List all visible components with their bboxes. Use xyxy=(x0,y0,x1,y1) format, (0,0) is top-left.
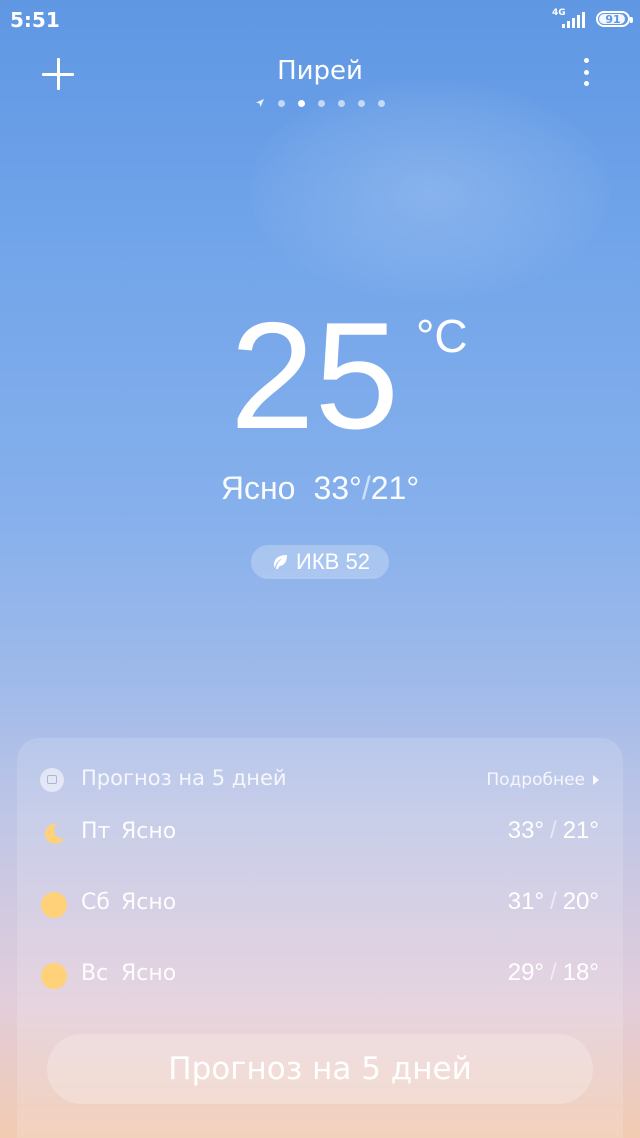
forecast-card: Прогноз на 5 дней Подробнее Пт Ясно 33° /… xyxy=(17,738,623,1138)
battery-level-text: 91 xyxy=(605,12,621,26)
signal-bars xyxy=(562,12,585,28)
city-name: Пирей xyxy=(277,56,363,86)
forecast-low: 20° xyxy=(562,888,599,915)
forecast-high: 29° xyxy=(507,959,545,986)
current-low: 21° xyxy=(370,470,420,506)
page-indicator[interactable] xyxy=(0,98,640,108)
forecast-condition: Ясно xyxy=(121,961,177,986)
page-dot xyxy=(278,99,285,107)
page-dot-active xyxy=(298,99,305,107)
page-dot xyxy=(378,99,385,107)
more-options-button[interactable] xyxy=(572,56,600,88)
battery-icon: 91 xyxy=(596,11,633,27)
forecast-day: Вс xyxy=(81,961,109,986)
condition-summary: Ясно 33°/21° xyxy=(0,470,640,507)
temp-separator: / xyxy=(550,959,557,986)
leaf-icon xyxy=(274,555,288,569)
five-day-forecast-button[interactable]: Прогноз на 5 дней xyxy=(47,1034,593,1104)
page-dot xyxy=(338,99,345,107)
forecast-low: 18° xyxy=(562,959,599,986)
current-temperature: 25 °C xyxy=(0,300,640,460)
forecast-condition: Ясно xyxy=(121,890,177,915)
signal-icon: 4G xyxy=(552,8,586,30)
sun-icon xyxy=(41,892,67,918)
menu-dot-icon xyxy=(583,58,589,63)
forecast-temps: 31°/20° xyxy=(508,888,599,916)
page-dot xyxy=(318,99,325,107)
temp-separator: / xyxy=(550,888,557,915)
location-arrow-icon xyxy=(256,99,264,107)
forecast-low: 21° xyxy=(562,817,599,844)
temperature-value: 25 xyxy=(230,291,400,461)
aqi-badge[interactable]: ИКВ 52 xyxy=(251,545,389,579)
page-dot xyxy=(358,99,365,107)
forecast-title: Прогноз на 5 дней xyxy=(81,766,287,790)
forecast-header: Прогноз на 5 дней Подробнее xyxy=(17,764,623,796)
temp-separator: / xyxy=(361,470,371,506)
moon-icon xyxy=(44,823,64,844)
details-link[interactable]: Подробнее xyxy=(486,770,599,790)
forecast-row[interactable]: Вс Ясно 29°/18° xyxy=(17,957,623,997)
temp-separator: / xyxy=(550,817,557,844)
status-time: 5:51 xyxy=(10,8,60,32)
status-bar: 5:51 4G 91 xyxy=(0,0,640,40)
menu-dot-icon xyxy=(583,69,589,75)
forecast-high: 31° xyxy=(507,888,545,915)
menu-dot-icon xyxy=(583,81,589,86)
current-condition: Ясно xyxy=(220,470,296,506)
forecast-temps: 29°/18° xyxy=(508,959,599,987)
calendar-icon xyxy=(40,768,64,792)
forecast-high: 33° xyxy=(507,817,545,844)
forecast-day: Пт xyxy=(81,819,111,844)
forecast-row[interactable]: Пт Ясно 33°/21° xyxy=(17,815,623,855)
sun-icon xyxy=(41,963,67,989)
forecast-day: Сб xyxy=(81,890,110,915)
aqi-label: ИКВ 52 xyxy=(296,549,370,574)
current-high: 33° xyxy=(313,470,362,506)
details-link-label: Подробнее xyxy=(486,770,585,790)
status-indicators: 4G 91 xyxy=(552,8,633,30)
forecast-temps: 33°/21° xyxy=(508,817,599,845)
temperature-unit: °C xyxy=(416,310,468,362)
arrow-right-icon xyxy=(593,775,599,785)
forecast-condition: Ясно xyxy=(121,819,177,844)
forecast-row[interactable]: Сб Ясно 31°/20° xyxy=(17,886,623,926)
sky-background-cloud xyxy=(250,80,610,300)
